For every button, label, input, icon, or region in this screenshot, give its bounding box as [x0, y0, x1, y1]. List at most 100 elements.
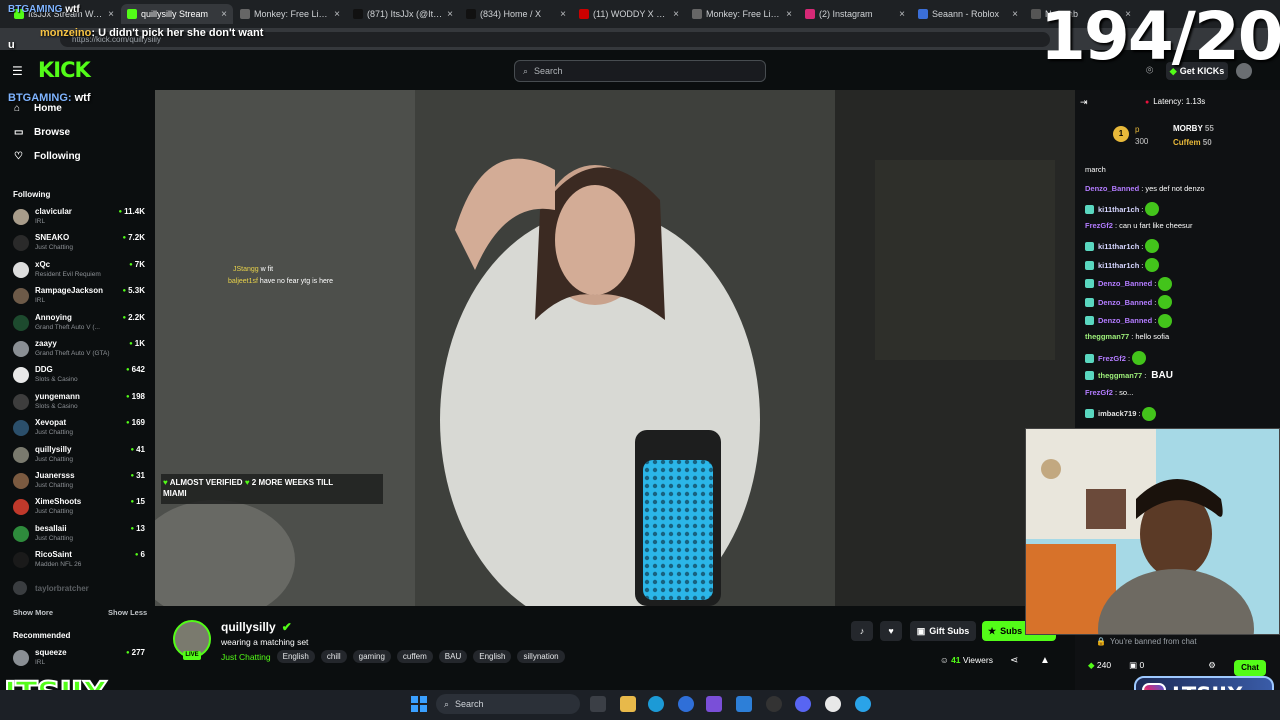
sidebar-channel[interactable]: AnnoyingGrand Theft Auto V (... 2.2K [13, 311, 147, 337]
close-tab-icon[interactable]: × [786, 9, 792, 20]
store-icon[interactable] [736, 696, 752, 712]
windows-start-icon[interactable] [410, 695, 428, 713]
streamer-name[interactable]: quillysilly ✔ [221, 620, 292, 634]
sidebar-channel[interactable]: quillysillyJust Chatting 41 [13, 443, 147, 469]
search-input[interactable]: ⌕ Search [514, 60, 766, 82]
edge-browser-icon[interactable] [648, 696, 664, 712]
app-icon[interactable] [706, 696, 722, 712]
show-less-button[interactable]: Show Less [108, 608, 147, 617]
gift-subs-button[interactable]: ▣ Gift Subs [910, 621, 976, 641]
stream-tag[interactable]: cuffem [396, 650, 433, 663]
chat-message: imback719: [1085, 406, 1157, 421]
stream-tag[interactable]: English [276, 650, 315, 663]
task-view-icon[interactable] [590, 696, 606, 712]
kicks-balance[interactable]: ◆ 240 [1088, 660, 1111, 671]
browser-tab[interactable]: Monkey: Free Live V × [234, 4, 346, 24]
app-icon[interactable] [766, 696, 782, 712]
sidebar-channel[interactable]: xQcResident Evil Requiem 7K [13, 258, 147, 284]
chat-username[interactable]: theggman77 [1098, 371, 1142, 380]
sidebar-nav-browse[interactable]: ▭ Browse [14, 127, 70, 138]
channel-avatar [13, 552, 29, 569]
menu-icon[interactable]: ☰ [12, 64, 23, 78]
chat-username[interactable]: FrezGf2 [1098, 354, 1126, 363]
file-explorer-icon[interactable] [620, 696, 636, 712]
browser-tab[interactable]: (2) Instagram × [799, 4, 911, 24]
tab-favicon-icon [692, 9, 702, 19]
chat-username[interactable]: Denzo_Banned [1098, 279, 1152, 288]
inventory-count[interactable]: ▣ 0 [1129, 660, 1144, 671]
sidebar-channel[interactable]: XimeShootsJust Chatting 15 [13, 495, 147, 521]
follow-button[interactable]: ♥ [880, 621, 902, 641]
report-icon[interactable]: ▲ [1040, 655, 1050, 666]
chat-username[interactable]: Denzo_Banned [1098, 316, 1152, 325]
chrome-icon[interactable] [825, 696, 841, 712]
chat-username[interactable]: Denzo_Banned [1098, 298, 1152, 307]
close-tab-icon[interactable]: × [560, 9, 566, 20]
stream-tag[interactable]: BAU [438, 650, 468, 663]
sidebar-channel[interactable]: XevopatJust Chatting 169 [13, 416, 147, 442]
channel-category: Just Chatting [35, 534, 73, 542]
channel-viewers: 198 [126, 392, 145, 401]
sidebar-channel[interactable]: SNEAKOJust Chatting 7.2K [13, 231, 147, 257]
sidebar-channel[interactable]: squeeze IRL 277 [13, 646, 147, 672]
sidebar-channel[interactable]: clavicular IRL 11.4K [13, 205, 147, 231]
sidebar-channel[interactable]: RampageJacksonIRL 5.3K [13, 284, 147, 310]
app-icon[interactable] [855, 696, 871, 712]
sidebar-channel[interactable]: RicoSaintMadden NFL 26 6 [13, 548, 147, 574]
taskbar-search[interactable]: ⌕ Search [436, 694, 580, 714]
close-tab-icon[interactable]: × [108, 9, 114, 20]
browser-tab[interactable]: quillysilly Stream × [121, 4, 233, 24]
close-tab-icon[interactable]: × [899, 9, 905, 20]
close-tab-icon[interactable]: × [447, 9, 453, 20]
sidebar-channel[interactable]: zaayy Grand Theft Auto V (GTA) 1K [13, 337, 147, 363]
chat-username[interactable]: Denzo_Banned [1085, 184, 1139, 193]
stream-tag[interactable]: gaming [352, 650, 391, 663]
overlay-side-message: BTGAMING: wtf [8, 92, 91, 104]
share-icon[interactable]: ⋖ [1010, 655, 1018, 666]
chat-username[interactable]: ki11thar1ch [1098, 242, 1139, 251]
video-player[interactable] [155, 90, 1075, 606]
chat-emote-icon [1132, 351, 1147, 365]
chat-input-banned[interactable]: 🔒 You're banned from chat [1088, 633, 1274, 649]
collapse-chat-icon[interactable]: ⇥ [1080, 97, 1088, 108]
chat-username[interactable]: FrezGf2 [1085, 221, 1113, 230]
chat-username[interactable]: imback719 [1098, 409, 1136, 418]
channel-category: Slots & Casino [35, 402, 78, 410]
browser-tab[interactable]: Monkey: Free Live V × [686, 4, 798, 24]
sidebar-channel[interactable]: besallaiiJust Chatting 13 [13, 522, 147, 548]
sidebar-channel[interactable]: DDGSlots & Casino 642 [13, 363, 147, 389]
stream-tag[interactable]: sillynation [517, 650, 565, 663]
sidebar-channel[interactable]: Juanersss Just Chatting 31 [13, 469, 147, 495]
browser-tab[interactable]: (871) ItsJJx (@ItsJJx_ × [347, 4, 459, 24]
close-tab-icon[interactable]: × [1012, 9, 1018, 20]
close-tab-icon[interactable]: × [334, 9, 340, 20]
stream-tag[interactable]: English [473, 650, 512, 663]
chat-send-button[interactable]: Chat [1234, 660, 1266, 676]
show-more-button[interactable]: Show More [13, 608, 53, 617]
close-tab-icon[interactable]: × [673, 9, 679, 20]
browser-tab[interactable]: Seaann - Roblox × [912, 4, 1024, 24]
chat-username[interactable]: ki11thar1ch [1098, 205, 1139, 214]
offline-channel[interactable]: taylorbratcher [13, 581, 147, 595]
app-icon[interactable] [678, 696, 694, 712]
channel-category: IRL [35, 659, 46, 666]
chat-username[interactable]: ki11thar1ch [1098, 261, 1139, 270]
tab-title: (871) ItsJJx (@ItsJJx_ [367, 9, 443, 19]
sidebar-nav-home[interactable]: ⌂ Home [14, 103, 62, 114]
close-tab-icon[interactable]: × [221, 9, 227, 20]
discord-icon[interactable] [795, 696, 811, 712]
chat-username[interactable]: theggman77 [1085, 332, 1129, 341]
chat-username[interactable]: FrezGf2 [1085, 388, 1113, 397]
channel-avatar [13, 581, 27, 595]
chat-badge-icon [1085, 409, 1094, 419]
sidebar-nav-following[interactable]: ♡ Following [14, 151, 81, 162]
sidebar-channel[interactable]: yungemannSlots & Casino 198 [13, 390, 147, 416]
chat-settings-icon[interactable]: ⚙ [1208, 660, 1216, 671]
browser-tab[interactable]: (11) WODDY X MHA × [573, 4, 685, 24]
browser-tab[interactable]: (834) Home / X × [460, 4, 572, 24]
stream-tag[interactable]: chill [320, 650, 347, 663]
kick-logo[interactable]: KICK [38, 58, 91, 82]
notifications-bell-button[interactable]: ♪ [851, 621, 873, 641]
channel-name: Xevopat [35, 418, 67, 428]
stream-category[interactable]: Just Chatting [221, 652, 271, 662]
